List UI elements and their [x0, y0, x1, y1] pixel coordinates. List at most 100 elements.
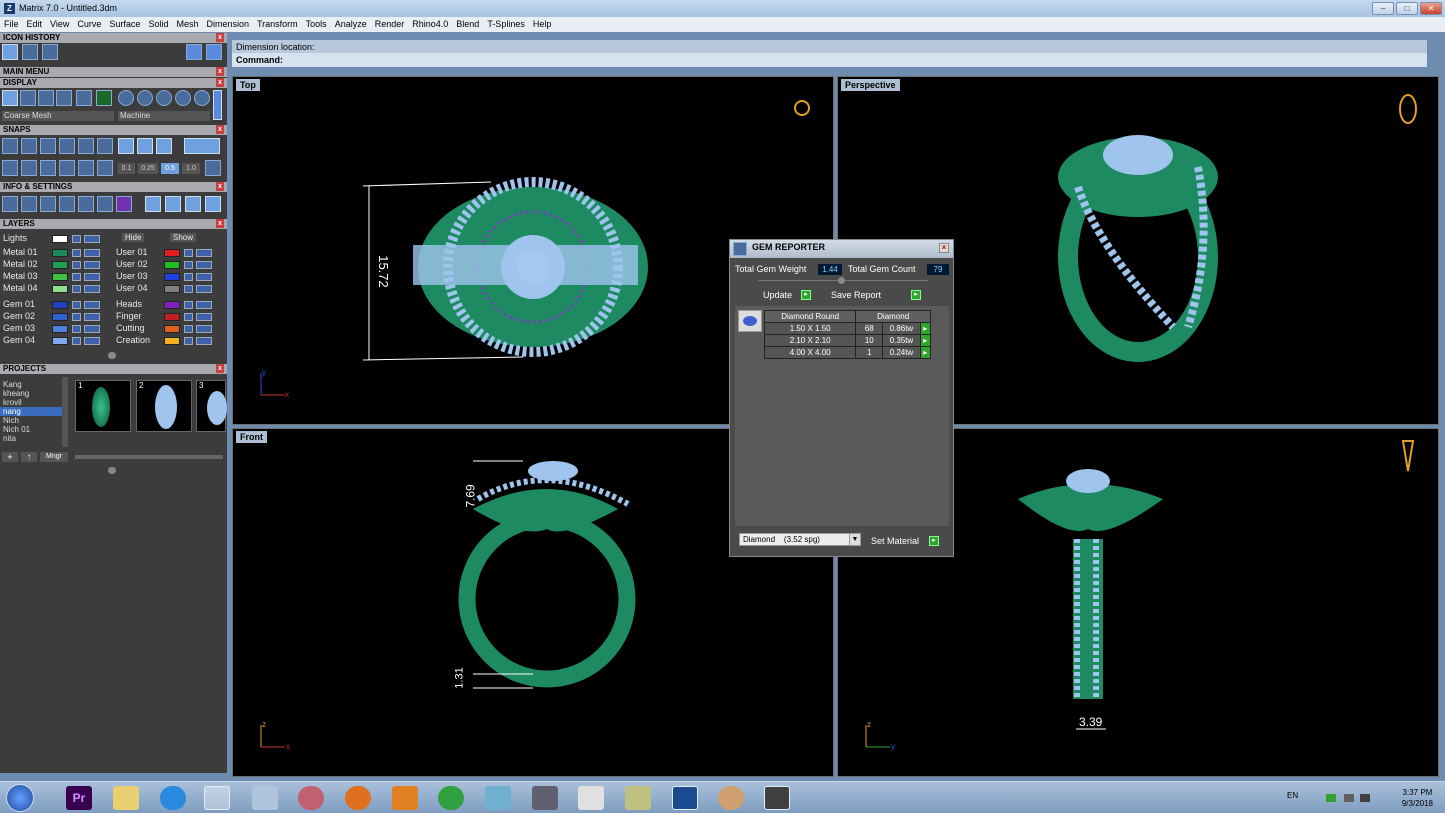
snap-value-2[interactable]: 0.5	[161, 163, 179, 174]
tool-icon[interactable]	[2, 160, 18, 176]
project-item[interactable]: Kang	[0, 380, 62, 389]
shade-sphere-icon[interactable]	[175, 90, 191, 106]
table-row[interactable]: 4.00 X 4.00 1 0.24tw ▸	[763, 346, 932, 359]
snap-end-icon[interactable]	[2, 138, 18, 154]
layer-color-swatch[interactable]	[52, 325, 68, 333]
menu-render[interactable]: Render	[371, 17, 409, 32]
menu-analyze[interactable]: Analyze	[331, 17, 371, 32]
visibility-icon[interactable]	[196, 249, 212, 257]
minimize-button[interactable]: –	[1372, 2, 1394, 15]
notes-icon[interactable]	[625, 786, 651, 810]
lock-icon[interactable]	[184, 261, 193, 269]
menu-tools[interactable]: Tools	[302, 17, 331, 32]
lock-icon[interactable]	[72, 273, 81, 281]
app-icon[interactable]	[532, 786, 558, 810]
hide-button[interactable]: Hide	[122, 233, 145, 242]
history-snap-icon[interactable]	[42, 44, 58, 60]
grid-snap-icon[interactable]	[205, 160, 221, 176]
layer-color-swatch[interactable]	[164, 325, 180, 333]
chrome-icon[interactable]	[438, 786, 464, 810]
lock-icon[interactable]	[184, 313, 193, 321]
folder-icon[interactable]	[113, 786, 139, 810]
edit-icon[interactable]	[97, 196, 113, 212]
menu-mesh[interactable]: Mesh	[172, 17, 202, 32]
matrix-icon[interactable]	[672, 786, 698, 810]
flag-icon[interactable]	[1344, 794, 1354, 802]
material-select[interactable]: Diamond (3.52 spg)	[739, 533, 861, 546]
project-thumb-1[interactable]: 1	[75, 380, 131, 432]
file-icon[interactable]	[78, 196, 94, 212]
visibility-icon[interactable]	[196, 261, 212, 269]
layer-color-swatch[interactable]	[52, 249, 68, 257]
light-icon[interactable]	[20, 90, 36, 106]
shade-sphere-icon[interactable]	[194, 90, 210, 106]
visibility-icon[interactable]	[84, 249, 100, 257]
close-button[interactable]: ✕	[1420, 2, 1442, 15]
visibility-icon[interactable]	[84, 285, 100, 293]
lock-icon[interactable]	[72, 301, 81, 309]
close-icon[interactable]: x	[216, 78, 224, 87]
table-row[interactable]: 2.10 X 2.10 10 0.35tw ▸	[763, 334, 932, 347]
maximize-button[interactable]: □	[1396, 2, 1418, 15]
shade-sphere-icon[interactable]	[137, 90, 153, 106]
thumb-slider[interactable]	[75, 455, 223, 459]
gem-icon[interactable]	[116, 196, 132, 212]
cube-icon[interactable]	[59, 196, 75, 212]
zbrush-icon[interactable]	[578, 786, 604, 810]
save-report-button[interactable]: Save Report	[831, 290, 881, 300]
clock[interactable]: 3:37 PM 9/3/2018	[1402, 787, 1433, 809]
close-icon[interactable]: x	[216, 33, 224, 42]
lock-icon[interactable]	[72, 235, 81, 243]
tool-icon[interactable]	[78, 160, 94, 176]
close-icon[interactable]: x	[216, 125, 224, 134]
layer-color-swatch[interactable]	[164, 273, 180, 281]
snipping-icon[interactable]	[298, 786, 324, 810]
display-mode-select[interactable]: Machine	[118, 111, 210, 121]
snap-value-3[interactable]: 1.0	[182, 163, 200, 174]
visibility-icon[interactable]	[196, 337, 212, 345]
project-list-scrollbar[interactable]	[62, 377, 68, 447]
collapse-icon[interactable]	[838, 277, 845, 284]
paint-icon[interactable]	[718, 786, 744, 810]
project-item[interactable]: Nich	[0, 416, 62, 425]
layer-color-swatch[interactable]	[52, 313, 68, 321]
visibility-icon[interactable]	[196, 301, 212, 309]
snap-int-icon[interactable]	[97, 138, 113, 154]
layer-color-swatch[interactable]	[52, 285, 68, 293]
lock-icon[interactable]	[72, 261, 81, 269]
history-home-icon[interactable]	[2, 44, 18, 60]
info-icon[interactable]	[145, 196, 161, 212]
up-project-button[interactable]: ↑	[21, 452, 37, 462]
premiere-icon[interactable]: Pr	[66, 786, 92, 810]
menu-blend[interactable]: Blend	[452, 17, 483, 32]
visibility-icon[interactable]	[196, 325, 212, 333]
wrench-icon[interactable]	[21, 196, 37, 212]
lock-icon[interactable]	[184, 249, 193, 257]
lock-icon[interactable]	[184, 301, 193, 309]
lock-icon[interactable]	[184, 325, 193, 333]
layer-color-swatch[interactable]	[164, 313, 180, 321]
menu-rhino[interactable]: Rhino4.0	[408, 17, 452, 32]
show-button[interactable]: Show	[170, 233, 197, 242]
layer-color-swatch[interactable]	[164, 261, 180, 269]
close-icon[interactable]: x	[216, 364, 224, 373]
calculator-icon[interactable]	[252, 786, 278, 810]
menu-help[interactable]: Help	[529, 17, 556, 32]
lock-icon[interactable]	[72, 325, 81, 333]
row-go-icon[interactable]: ▸	[919, 322, 932, 335]
language-indicator[interactable]: EN	[1287, 791, 1298, 800]
ruler-icon[interactable]	[165, 196, 181, 212]
snap-near-icon[interactable]	[21, 138, 37, 154]
snap-tan-icon[interactable]	[137, 138, 153, 154]
history-display-icon[interactable]	[22, 44, 38, 60]
project-thumb-3[interactable]: 3	[196, 380, 227, 432]
lock-icon[interactable]	[72, 285, 81, 293]
lock-icon[interactable]	[184, 337, 193, 345]
forward-arrow-icon[interactable]	[206, 44, 222, 60]
layer-color-swatch[interactable]	[164, 301, 180, 309]
menu-surface[interactable]: Surface	[105, 17, 144, 32]
mesh-quality-select[interactable]: Coarse Mesh	[2, 111, 114, 121]
snap-toggle-icon[interactable]	[184, 138, 220, 154]
visibility-icon[interactable]	[84, 337, 100, 345]
visibility-icon[interactable]	[196, 313, 212, 321]
